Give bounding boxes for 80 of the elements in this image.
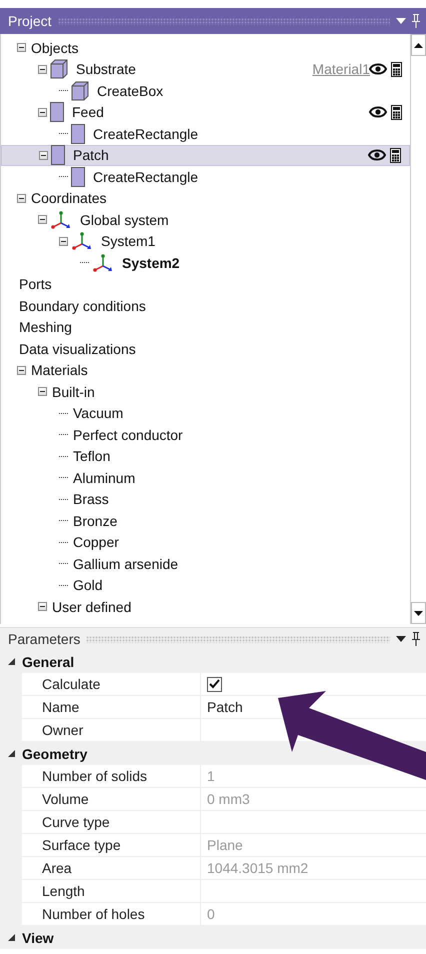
property-label: Length bbox=[22, 880, 201, 902]
property-label: Area bbox=[22, 857, 201, 879]
dropdown-icon[interactable] bbox=[396, 636, 406, 642]
tree-item[interactable]: Brass bbox=[71, 491, 111, 508]
collapse-icon[interactable] bbox=[38, 64, 47, 74]
property-label: Curve type bbox=[22, 811, 201, 833]
tree-item[interactable]: Gold bbox=[71, 577, 105, 594]
collapse-icon[interactable] bbox=[8, 750, 14, 757]
tree-item[interactable]: CreateRectangle bbox=[91, 168, 200, 185]
panel-title: Project bbox=[8, 13, 52, 29]
category-label: General bbox=[22, 654, 74, 670]
tree-item[interactable]: Feed bbox=[70, 104, 106, 120]
tree-item[interactable]: CreateBox bbox=[95, 82, 166, 99]
tree-item[interactable]: Substrate bbox=[74, 61, 138, 78]
collapse-icon[interactable] bbox=[38, 387, 47, 396]
tree-item[interactable]: Coordinates bbox=[29, 190, 108, 206]
eye-icon[interactable] bbox=[369, 106, 387, 118]
pin-icon[interactable] bbox=[412, 632, 420, 646]
calculator-icon[interactable] bbox=[391, 62, 402, 77]
tree-item[interactable]: Objects bbox=[29, 40, 80, 56]
property-label: Volume bbox=[22, 788, 201, 810]
tree-item[interactable]: Boundary conditions bbox=[17, 298, 148, 314]
collapse-icon[interactable] bbox=[17, 366, 26, 375]
rectangle-icon bbox=[71, 124, 85, 144]
panel-title: Parameters bbox=[8, 631, 80, 647]
collapse-icon[interactable] bbox=[38, 215, 47, 224]
property-label: Owner bbox=[22, 719, 201, 741]
tree-item[interactable]: Global system bbox=[78, 212, 171, 228]
calculator-icon[interactable] bbox=[391, 104, 402, 120]
tree-item[interactable]: Aluminum bbox=[71, 470, 138, 486]
rectangle-icon bbox=[71, 166, 85, 187]
tree-item[interactable]: User defined bbox=[50, 598, 134, 615]
scroll-up-button[interactable] bbox=[411, 34, 426, 56]
material-link[interactable]: Material1 bbox=[312, 61, 370, 78]
tree-item[interactable]: Built-in bbox=[50, 384, 97, 400]
collapse-icon[interactable] bbox=[59, 236, 68, 246]
tree-item[interactable]: Copper bbox=[71, 534, 121, 550]
axes-icon bbox=[50, 210, 72, 230]
rectangle-icon bbox=[51, 145, 65, 166]
box-icon bbox=[50, 59, 68, 80]
box-icon bbox=[71, 80, 89, 101]
tree-item[interactable]: Bronze bbox=[71, 512, 120, 529]
collapse-icon[interactable] bbox=[17, 194, 26, 203]
tree-item[interactable]: Data visualizations bbox=[17, 340, 138, 357]
property-label: Number of holes bbox=[22, 903, 201, 925]
calculator-icon[interactable] bbox=[390, 148, 401, 163]
tree-item[interactable]: Vacuum bbox=[71, 405, 126, 422]
property-label: Name bbox=[22, 696, 201, 718]
up-arrow-icon bbox=[414, 42, 423, 48]
axes-icon bbox=[92, 252, 114, 273]
tree-item[interactable]: Perfect conductor bbox=[71, 426, 185, 443]
tree-item[interactable]: Ports bbox=[17, 276, 54, 292]
collapse-icon[interactable] bbox=[38, 108, 47, 117]
checkbox[interactable] bbox=[207, 676, 222, 692]
tree-item[interactable]: Meshing bbox=[17, 319, 74, 336]
axes-icon bbox=[71, 231, 93, 252]
collapse-icon[interactable] bbox=[17, 43, 26, 52]
collapse-icon[interactable] bbox=[8, 658, 14, 665]
category-label: Geometry bbox=[22, 746, 88, 762]
eye-icon[interactable] bbox=[368, 149, 386, 162]
property-label: Calculate bbox=[22, 673, 201, 695]
tree-item[interactable]: Materials bbox=[29, 362, 90, 378]
rectangle-icon bbox=[50, 102, 64, 122]
tree-item[interactable]: Teflon bbox=[71, 448, 112, 464]
property-label: Surface type bbox=[22, 834, 201, 856]
down-arrow-icon bbox=[414, 610, 423, 616]
property-value[interactable]: Patch bbox=[207, 699, 243, 715]
property-label: Number of solids bbox=[22, 765, 201, 787]
category-label: View bbox=[22, 930, 54, 946]
collapse-icon[interactable] bbox=[38, 602, 47, 612]
scroll-down-button[interactable] bbox=[411, 602, 426, 624]
collapse-icon[interactable] bbox=[39, 150, 48, 160]
tree-item[interactable]: CreateRectangle bbox=[91, 126, 200, 142]
eye-icon[interactable] bbox=[369, 63, 387, 76]
collapse-icon[interactable] bbox=[8, 934, 14, 941]
tree-item[interactable]: System1 bbox=[99, 233, 158, 250]
tree-item[interactable]: Gallium arsenide bbox=[71, 556, 180, 572]
scrollbar[interactable] bbox=[410, 34, 426, 624]
tree-item[interactable]: Patch bbox=[71, 147, 111, 164]
tree-item[interactable]: System2 bbox=[120, 254, 182, 271]
